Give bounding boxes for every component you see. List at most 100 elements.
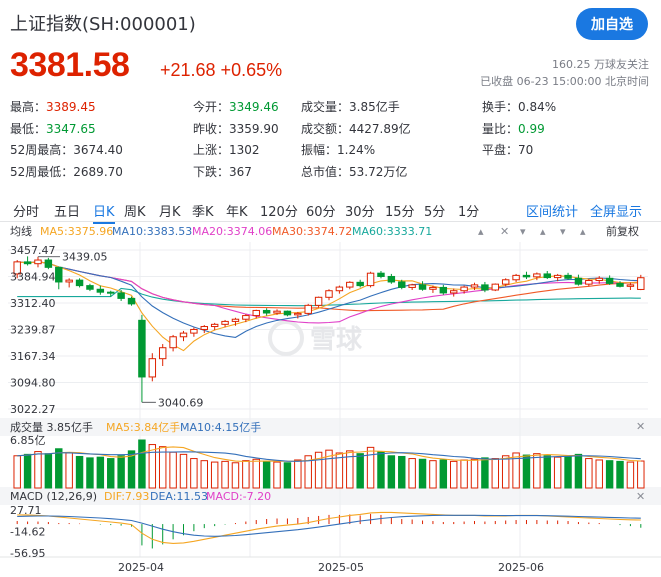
candle-body [231, 318, 240, 322]
candle-body [294, 312, 302, 316]
indicator-option-icon[interactable]: ▴ [580, 225, 586, 238]
price-axis-label: 3239.87 [10, 324, 56, 337]
candle-body [564, 274, 572, 279]
kline-chart[interactable]: 雪球均线 MA5:3375.96MA10:3383.53 MA20:3374.06 M… [0, 0, 661, 577]
candle-body [543, 273, 551, 279]
candle-body [637, 277, 645, 290]
candle-body [325, 290, 333, 298]
candle-body [491, 283, 500, 291]
volume-bar [210, 461, 219, 489]
x-axis-label: 2025-04 [118, 561, 164, 574]
candle-body [304, 304, 312, 314]
volume-bar [107, 458, 115, 489]
volume-bar [605, 460, 614, 489]
macd-axis-label: -56.95 [10, 547, 45, 560]
indicator-option-icon[interactable]: ▴ [540, 225, 546, 238]
candle-body [107, 291, 115, 294]
candle-body [616, 282, 624, 287]
candle-body [314, 296, 323, 306]
macd-panel-close-icon[interactable]: ✕ [636, 490, 645, 503]
candle-body [377, 272, 385, 277]
candle-body [387, 275, 396, 283]
volume-bar [491, 458, 500, 489]
volume-bar [231, 462, 240, 489]
volume-bar [356, 453, 364, 489]
volume-bar [533, 453, 541, 489]
candle-body [408, 284, 416, 288]
candle-body [138, 319, 146, 378]
indicator-option-icon[interactable]: ✕ [500, 225, 509, 238]
volume-bar [501, 455, 510, 489]
volume-bar [221, 460, 229, 489]
volume-bar [470, 458, 479, 489]
candle-body [449, 290, 458, 294]
candle-body [366, 272, 375, 287]
candle-body [273, 310, 281, 314]
volume-bar [429, 460, 437, 489]
candle-body [335, 286, 344, 292]
volume-bar [44, 453, 53, 489]
candle-body [439, 286, 448, 294]
candle-body [148, 358, 157, 378]
candle-body [501, 279, 510, 285]
volume-bar [252, 458, 260, 489]
macd-label: MACD (12,26,9) [10, 490, 97, 503]
volume-bar [34, 451, 42, 489]
candle-body [242, 315, 250, 320]
candle-body [169, 336, 177, 349]
ma30-value: MA30:3374.72 [272, 225, 352, 238]
candle-body [190, 328, 198, 334]
ma20-value: MA20:3374.06 [192, 225, 272, 238]
volume-ma5: MA5:3.84亿手 [106, 420, 180, 434]
macd-dif: DIF:7.93 [104, 490, 149, 503]
candle-body [605, 277, 614, 284]
macd-header-bg [0, 487, 661, 505]
candle-body [86, 285, 94, 290]
volume-bar [408, 458, 416, 489]
volume-bar [543, 455, 551, 489]
candle-body [512, 274, 520, 281]
candle-body [179, 332, 188, 338]
candle-body [252, 309, 260, 317]
volume-bar [273, 461, 281, 489]
macd-axis-label: -14.62 [10, 526, 45, 539]
volume-bar [366, 446, 375, 489]
candle-body [200, 326, 209, 330]
volume-bar [574, 453, 583, 489]
candle-body [585, 279, 593, 285]
candle-body [626, 284, 635, 287]
candle-body [470, 284, 479, 288]
volume-bar [439, 459, 448, 489]
volume-panel-close-icon[interactable]: ✕ [636, 420, 645, 433]
candle-body [65, 279, 73, 283]
volume-bar [138, 439, 146, 489]
volume-bar [169, 451, 177, 489]
ma10-value: MA10:3383.53 [112, 225, 192, 238]
watermark-text: 雪球 [310, 325, 363, 355]
price-axis-label: 3094.80 [10, 377, 56, 390]
volume-header-bg [0, 418, 661, 436]
candle-body [75, 279, 84, 287]
volume-bar [553, 456, 562, 489]
macd-dea: DEA:11.53 [150, 490, 208, 503]
volume-bar [481, 457, 489, 489]
candle-body [44, 259, 53, 268]
candle-body [117, 292, 125, 299]
candle-body [283, 310, 292, 316]
volume-bar [522, 454, 531, 489]
volume-bar [637, 460, 645, 489]
indicator-option-icon[interactable]: ▾ [560, 225, 566, 238]
volume-bar [190, 458, 198, 489]
candle-body [55, 266, 63, 283]
volume-bar [75, 455, 84, 489]
indicator-option-icon[interactable]: ▾ [520, 225, 526, 238]
candle-body [210, 323, 219, 328]
candle-body [96, 288, 105, 293]
candle-body [429, 286, 437, 290]
watermark-logo-icon [268, 320, 304, 356]
volume-bar [242, 460, 250, 489]
volume-axis-label: 6.85亿 [10, 434, 46, 447]
adjust-dropdown[interactable]: 前复权 [606, 224, 639, 238]
indicator-option-icon[interactable]: ▴ [478, 225, 484, 238]
volume-bar [460, 459, 468, 489]
